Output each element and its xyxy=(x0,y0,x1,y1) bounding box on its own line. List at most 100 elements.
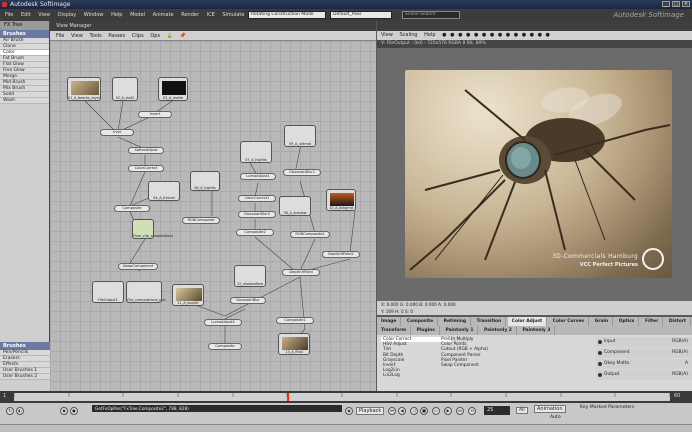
image-clip-node[interactable]: 07_A_highlts xyxy=(240,141,272,163)
channel-output[interactable]: Output RGB(A) xyxy=(596,370,692,380)
go-to-end-icon[interactable]: ⏭ xyxy=(456,407,464,415)
image-clip-node[interactable]: 02_A_stat2 xyxy=(112,77,138,101)
pass-dropdown[interactable]: Default_Pass xyxy=(330,11,392,19)
tab-color-curves[interactable]: Color Curves xyxy=(549,317,590,326)
loop-playback-icon[interactable]: ⟲ xyxy=(468,407,476,415)
current-frame-field[interactable]: 25 xyxy=(484,406,510,415)
fx-node-composite[interactable]: Composite2 xyxy=(236,229,274,236)
playhead-marker[interactable] xyxy=(287,393,289,401)
stop-icon[interactable]: ■ xyxy=(420,407,428,415)
canvas-menu-clips[interactable]: Clips xyxy=(132,33,149,39)
loop-icon[interactable]: ↻ xyxy=(6,407,14,415)
step-forward-icon[interactable]: ▶ xyxy=(444,407,452,415)
fx-node-colorcorrect[interactable]: ColorCorrect xyxy=(128,165,164,172)
fx-node-lumaadjust[interactable]: LumaAdjust1 xyxy=(240,173,276,180)
lock-icon[interactable]: 🔒 xyxy=(167,33,178,39)
effect-item[interactable]: Swap Component xyxy=(439,363,519,368)
menu-animate[interactable]: Animate xyxy=(150,9,177,21)
image-clip-node[interactable]: 04_A_fresnel xyxy=(148,181,180,201)
menu-file[interactable]: File xyxy=(2,9,16,21)
fx-node-softenadjust[interactable]: SoftenAdjust xyxy=(128,147,164,154)
fx-node-gaussianblur[interactable]: GaussianBlur xyxy=(230,297,266,304)
camera-icon[interactable]: ◉ xyxy=(345,407,353,415)
record-icon[interactable]: ● xyxy=(70,407,78,415)
menu-ice[interactable]: ICE xyxy=(204,9,218,21)
tab-transform[interactable]: Transform xyxy=(377,326,412,335)
timeline[interactable]: 1 60 xyxy=(0,391,692,403)
menu-window[interactable]: Window xyxy=(81,9,107,21)
menu-simulate[interactable]: Simulate xyxy=(219,9,247,21)
brush-item[interactable]: Wash xyxy=(0,98,49,104)
menu-view[interactable]: View xyxy=(35,9,53,21)
fx-node-gaussianblur[interactable]: GaussianBlur2 xyxy=(238,211,276,218)
channel-input[interactable]: Input RGB(A) xyxy=(596,337,692,347)
fx-tree-canvas[interactable]: 01_A_beauty_layer 02_A_stat2 03_A_matte … xyxy=(50,41,376,391)
canvas-menu-passes[interactable]: Passes xyxy=(108,33,130,39)
image-clip-node[interactable]: 03_A_matte xyxy=(158,77,188,101)
tab-color-adjust[interactable]: Color Adjust xyxy=(507,317,548,326)
menu-model[interactable]: Model xyxy=(127,9,148,21)
animation-button[interactable]: Animation xyxy=(534,405,566,413)
construction-mode-dropdown[interactable]: Rotating Construction Mode xyxy=(248,11,326,19)
fx-node-rgbcomposite[interactable]: RGBComposite2 xyxy=(290,231,330,238)
maximize-button[interactable]: □ xyxy=(672,1,680,7)
key-icon[interactable]: ◆ xyxy=(60,407,68,415)
go-to-start-icon[interactable]: ⏮ xyxy=(388,407,396,415)
tab-plugins[interactable]: Plugins xyxy=(413,326,440,335)
toggle-icon[interactable]: ◐ xyxy=(16,407,24,415)
image-clip-node[interactable]: 06_A_highlts xyxy=(190,171,220,191)
tab-optics[interactable]: Optics xyxy=(615,317,640,326)
canvas-menu-view[interactable]: View xyxy=(71,33,88,39)
close-button[interactable]: × xyxy=(682,1,690,7)
brush-category-item[interactable]: User Brushes 2 xyxy=(0,374,50,380)
channel-buttons[interactable]: ● ● ● ● ● ● ● ● ● ● ● ● ● ● xyxy=(442,32,556,38)
all-button[interactable]: All xyxy=(516,407,528,414)
image-clip-node[interactable]: 09_A_utilmat xyxy=(284,125,316,147)
image-clip-node[interactable]: Clip_compositions_pull xyxy=(126,281,165,303)
tab-filter[interactable]: Filter xyxy=(641,317,664,326)
fx-node-composite[interactable]: Composite1 xyxy=(276,317,314,324)
fx-node-rgbcomposite[interactable]: RGBComposite xyxy=(182,217,220,224)
tab-image[interactable]: Image xyxy=(377,317,402,326)
canvas-menu-ops[interactable]: Ops xyxy=(150,33,165,39)
scene-search-input[interactable]: Scene Search xyxy=(402,11,460,19)
image-clip-node[interactable]: 01_A_beauty_layer xyxy=(67,77,101,101)
channel-component[interactable]: Component RGB(A) xyxy=(596,348,692,358)
play-forward-icon[interactable]: ▷ xyxy=(432,407,440,415)
fx-tree-tab[interactable]: FX Tree xyxy=(0,21,49,30)
viewer-menu-help[interactable]: Help xyxy=(424,32,440,38)
command-line-input[interactable]: GetFxOpPos("FxTree.Composite2", 788, 828… xyxy=(92,405,342,412)
fx-node-depthoffield[interactable]: DepthOfField xyxy=(282,269,320,276)
menu-render[interactable]: Render xyxy=(178,9,202,21)
tab-paintonly-1[interactable]: Paintonly 1 xyxy=(441,326,479,335)
tab-retiming[interactable]: Retiming xyxy=(440,317,471,326)
tab-paintonly-2[interactable]: Paintonly 2 xyxy=(480,326,517,335)
fx-node-over[interactable]: Over xyxy=(100,129,134,136)
canvas-menu-file[interactable]: File xyxy=(56,33,69,39)
tab-transition[interactable]: Transition xyxy=(473,317,507,326)
tab-distort[interactable]: Distort xyxy=(665,317,692,326)
fx-node-colorcorrect[interactable]: ColorCorrect1 xyxy=(238,195,276,202)
fx-node-swapcomponent[interactable]: SwapComponent xyxy=(118,263,158,270)
image-clip-node[interactable]: FileOutput1 xyxy=(92,281,124,303)
pin-icon[interactable]: 📌 xyxy=(180,33,191,39)
image-clip-node[interactable]: Flum_clip_compositions xyxy=(132,219,173,239)
fx-node-composite[interactable]: Composite xyxy=(208,343,242,350)
fx-node-gaussianblur[interactable]: GaussianBlur1 xyxy=(283,169,321,176)
canvas-menu-tools[interactable]: Tools xyxy=(89,33,106,39)
timeline-ruler[interactable] xyxy=(13,393,671,401)
image-clip-node[interactable]: 11_A_backlit xyxy=(172,284,204,306)
fx-node-composite[interactable]: Composite xyxy=(114,205,150,212)
playback-button[interactable]: Playback xyxy=(356,407,385,415)
viewer-menu-view[interactable]: View xyxy=(381,32,398,38)
fx-node-invert[interactable]: Invert xyxy=(138,111,172,118)
channel-okey-matte[interactable]: Okey Matte A xyxy=(596,359,692,369)
step-back-icon[interactable]: ◀ xyxy=(398,407,406,415)
image-clip-node[interactable]: 08_A_shadow xyxy=(279,196,311,216)
image-clip-node[interactable]: 10_A_bckgrnd xyxy=(326,189,356,211)
minimize-button[interactable]: _ xyxy=(662,1,670,7)
viewer-menu-scaling[interactable]: Scaling xyxy=(399,32,422,38)
tab-composite[interactable]: Composite xyxy=(403,317,439,326)
image-clip-node[interactable]: 13_A_final xyxy=(278,333,310,355)
fx-node-depthoffield[interactable]: DepthOfField2 xyxy=(322,251,360,258)
